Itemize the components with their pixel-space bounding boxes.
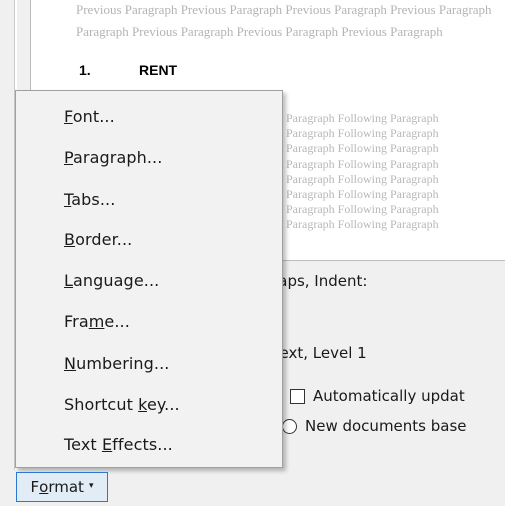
automatically-update-checkbox[interactable]: Automatically updat [290, 387, 465, 405]
menu-item-font[interactable]: Font... [64, 107, 115, 126]
checkbox-box[interactable] [290, 388, 305, 404]
radio-circle[interactable] [282, 418, 297, 434]
preview-following-paragraph: ng Paragraph Following Paragraph [271, 111, 439, 125]
format-dropdown-menu: Font... Paragraph... Tabs... Border... L… [15, 90, 283, 468]
preview-following-paragraph: ng Paragraph Following Paragraph [271, 202, 439, 216]
menu-item-numbering[interactable]: Numbering... [64, 354, 169, 373]
preview-previous-paragraph: Previous Paragraph Previous Paragraph Pr… [76, 2, 492, 17]
format-button-accesskey: o [39, 478, 49, 496]
preview-following-paragraph: ng Paragraph Following Paragraph [271, 172, 439, 186]
menu-item-border[interactable]: Border... [64, 230, 132, 249]
menu-item-shortcut-key[interactable]: Shortcut key... [64, 395, 180, 414]
preview-following-paragraph: ng Paragraph Following Paragraph [271, 187, 439, 201]
menu-item-paragraph[interactable]: Paragraph... [64, 148, 162, 167]
automatically-update-label: Automatically updat [313, 387, 465, 405]
chevron-down-icon: ▾ [88, 481, 94, 491]
menu-item-language[interactable]: Language... [64, 271, 159, 290]
style-description-line: caps, Indent: [270, 272, 368, 290]
style-description-line: next, Level 1 [270, 344, 367, 362]
menu-item-text-effects[interactable]: Text Effects... [64, 435, 173, 454]
preview-previous-paragraph: Paragraph Previous Paragraph Previous Pa… [76, 24, 443, 39]
new-documents-label: New documents base [305, 417, 467, 435]
menu-item-frame[interactable]: Frame... [64, 312, 130, 331]
preview-following-paragraph: ng Paragraph Following Paragraph [271, 126, 439, 140]
format-button-label-rest: rmat [48, 478, 84, 496]
format-button-label: F [30, 478, 40, 496]
preview-heading-text: RENT [139, 62, 178, 78]
preview-following-paragraph: ng Paragraph Following Paragraph [271, 217, 439, 231]
preview-following-paragraph: ng Paragraph Following Paragraph [271, 157, 439, 171]
modify-style-dialog: Previous Paragraph Previous Paragraph Pr… [0, 0, 505, 506]
new-documents-radio[interactable]: New documents base [273, 417, 467, 435]
preview-following-paragraph: ng Paragraph Following Paragraph [271, 141, 439, 155]
format-button[interactable]: Fo rmat ▾ [16, 472, 108, 502]
menu-item-tabs[interactable]: Tabs... [64, 190, 115, 209]
preview-heading-number: 1. [79, 62, 91, 78]
